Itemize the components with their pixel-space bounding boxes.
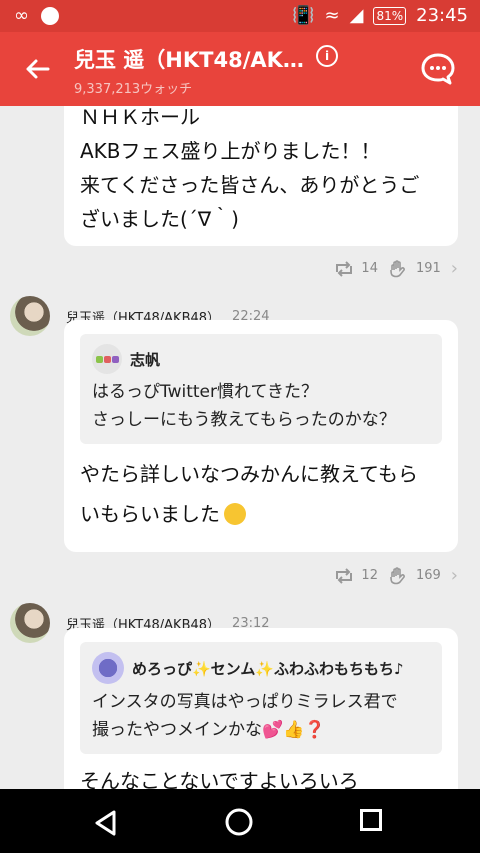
post-text: そんなことないですよいろいろ — [80, 769, 359, 789]
quote-author: めろっぴ✨センム✨ふわふわもちもち♪ — [132, 659, 404, 678]
clock: 23:45 — [416, 5, 468, 26]
nav-back-icon[interactable] — [92, 809, 120, 837]
hand-icon — [390, 566, 405, 584]
like-button[interactable]: 191 — [388, 259, 441, 278]
status-bar: ∞ 📳 ≈ ◢ 81% 23:45 — [0, 0, 480, 32]
sushi-avatar-icon — [92, 344, 122, 374]
chevron-right-icon[interactable]: › — [451, 258, 458, 279]
retweet-button[interactable]: 14 — [333, 260, 378, 278]
page-title: 兒玉 遥（HKT48/AKB… — [74, 48, 304, 72]
avatar[interactable] — [10, 296, 50, 336]
system-nav-bar — [0, 789, 480, 853]
hand-icon — [390, 259, 405, 277]
nav-recents-icon[interactable] — [360, 809, 382, 831]
post-actions: 14 191 › — [333, 258, 458, 279]
quote-text: はるっぴTwitter慣れてきた？ さっしーにもう教えてもらったのかな？ — [92, 382, 396, 430]
avatar[interactable] — [10, 603, 50, 643]
like-button[interactable]: 169 — [388, 566, 441, 585]
notification-icon: ∞ — [14, 5, 29, 26]
wifi-icon: ≈ — [324, 5, 340, 26]
quote-avatar — [92, 652, 124, 684]
like-count: 191 — [415, 261, 441, 276]
post-card: めろっぴ✨センム✨ふわふわもちもち♪ インスタの写真はやっぱりミラレス君で 撮っ… — [64, 628, 458, 789]
post-actions: 12 169 › — [333, 565, 458, 586]
retweet-icon — [336, 567, 353, 584]
arrow-left-icon[interactable] — [22, 54, 52, 84]
nav-home-icon[interactable] — [224, 807, 254, 837]
like-count: 169 — [415, 568, 441, 583]
watch-count: 9,337,213ウォッチ — [74, 82, 193, 97]
app-bar: 兒玉 遥（HKT48/AKB… i 9,337,213ウォッチ — [0, 32, 480, 106]
post-text: ＮＨＫホール AKBフェス盛り上がりました！！ 来てくださった皆さん、ありがとう… — [80, 106, 420, 231]
chat-bubble-icon[interactable] — [420, 52, 456, 86]
quote-author: 志帆 — [130, 350, 161, 369]
vibrate-icon: 📳 — [292, 5, 315, 26]
retweet-count: 12 — [361, 568, 378, 583]
battery-indicator: 81% — [373, 7, 407, 25]
info-icon[interactable]: i — [316, 45, 338, 67]
quote-text: インスタの写真はやっぱりミラレス君で 撮ったやつメインかな💕👍❓ — [92, 692, 398, 740]
quoted-message[interactable]: めろっぴ✨センム✨ふわふわもちもち♪ インスタの写真はやっぱりミラレス君で 撮っ… — [80, 642, 442, 754]
retweet-button[interactable]: 12 — [333, 567, 378, 585]
circle-notification-icon — [41, 7, 59, 25]
retweet-icon — [336, 260, 353, 277]
post-card: 志帆 はるっぴTwitter慣れてきた？ さっしーにもう教えてもらったのかな？ … — [64, 320, 458, 552]
retweet-count: 14 — [361, 261, 378, 276]
timeline[interactable]: ＮＨＫホール AKBフェス盛り上がりました！！ 来てくださった皆さん、ありがとう… — [0, 106, 480, 789]
quoted-message[interactable]: 志帆 はるっぴTwitter慣れてきた？ さっしーにもう教えてもらったのかな？ — [80, 334, 442, 444]
chevron-right-icon[interactable]: › — [451, 565, 458, 586]
post-text: やたら詳しいなつみかんに教えてもら いもらいました — [80, 462, 418, 526]
signal-icon: ◢ — [349, 5, 364, 26]
smile-emoji-icon — [224, 503, 246, 525]
post-card: ＮＨＫホール AKBフェス盛り上がりました！！ 来てくださった皆さん、ありがとう… — [64, 106, 458, 246]
